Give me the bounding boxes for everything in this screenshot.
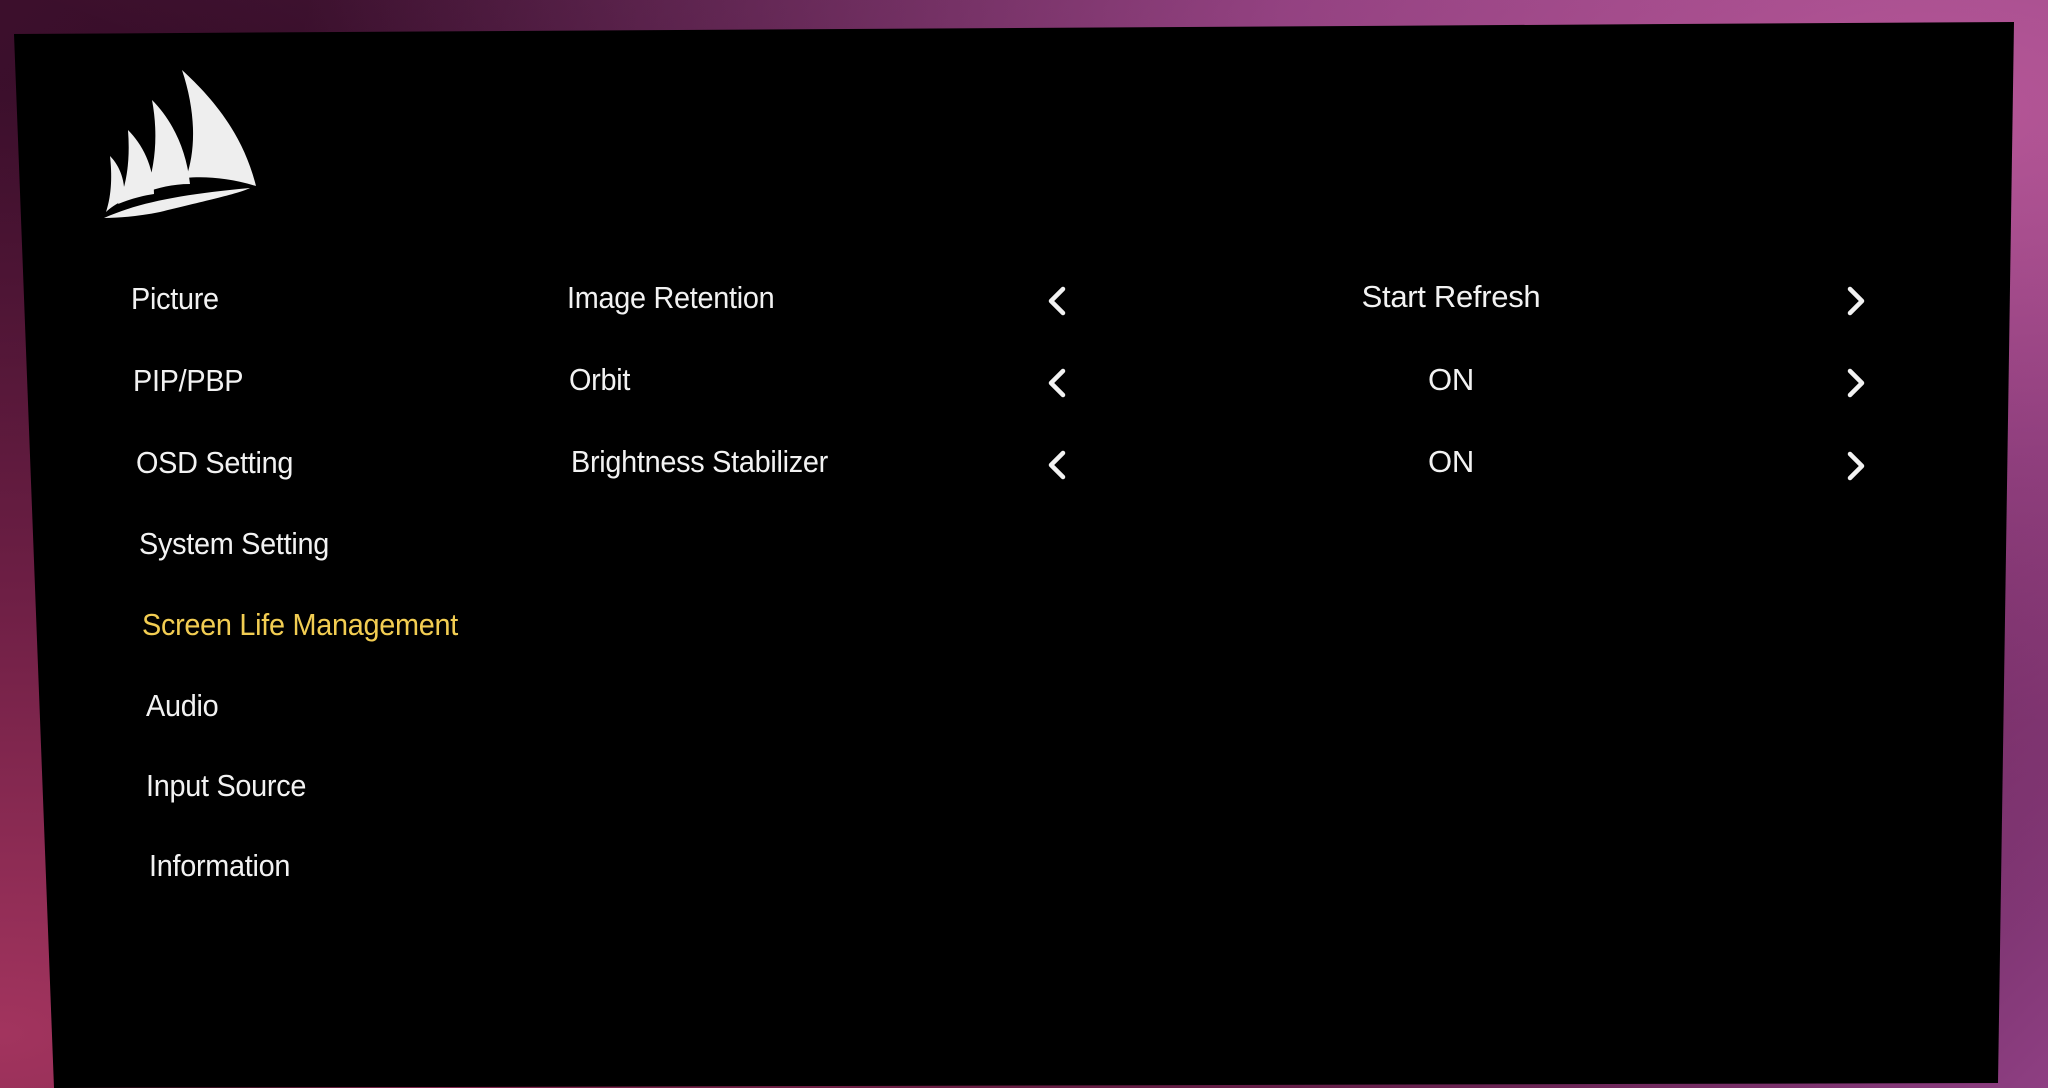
chevron-right-icon[interactable]: [1842, 284, 1870, 318]
option-value-image-retention[interactable]: Start Refresh: [1291, 279, 1611, 315]
corsair-logo-icon: [104, 70, 256, 218]
menu-item-audio[interactable]: Audio: [146, 688, 219, 724]
chevron-right-icon[interactable]: [1842, 449, 1870, 483]
menu-item-pip-pbp[interactable]: PIP/PBP: [133, 363, 243, 399]
chevron-left-icon[interactable]: [1043, 448, 1071, 482]
chevron-left-icon[interactable]: [1043, 284, 1071, 318]
menu-item-screen-life-management[interactable]: Screen Life Management: [142, 607, 458, 643]
option-value-orbit[interactable]: ON: [1291, 362, 1611, 398]
option-label-brightness-stabilizer: Brightness Stabilizer: [571, 444, 828, 479]
menu-item-system-setting[interactable]: System Setting: [139, 526, 329, 562]
chevron-right-icon[interactable]: [1842, 366, 1870, 400]
option-value-brightness-stabilizer[interactable]: ON: [1291, 444, 1611, 480]
chevron-left-icon[interactable]: [1043, 366, 1071, 400]
menu-item-input-source[interactable]: Input Source: [146, 768, 306, 804]
option-label-orbit: Orbit: [569, 362, 631, 397]
menu-item-osd-setting[interactable]: OSD Setting: [136, 445, 293, 481]
option-label-image-retention: Image Retention: [567, 280, 775, 315]
osd-screen: Picture PIP/PBP OSD Setting System Setti…: [14, 22, 2014, 1088]
menu-item-picture[interactable]: Picture: [131, 281, 219, 317]
menu-item-information[interactable]: Information: [149, 848, 290, 884]
